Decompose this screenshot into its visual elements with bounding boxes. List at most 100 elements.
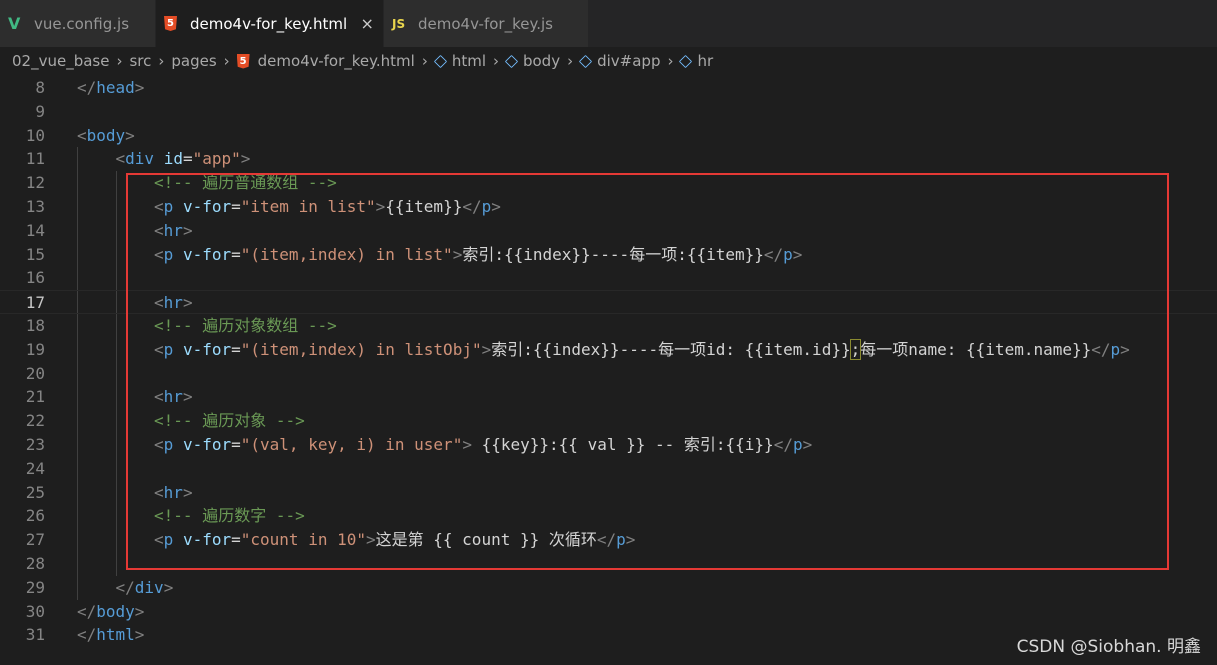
code-token: v-for <box>182 197 232 216</box>
code-line[interactable]: 30 </body> <box>0 600 1217 624</box>
indent-guide <box>77 266 78 291</box>
code-token: > <box>375 197 386 216</box>
code-token: = <box>231 435 241 454</box>
code-token: "(item,index) in list" <box>240 244 453 264</box>
indent-guide <box>115 480 117 505</box>
symbol-element-icon <box>504 54 519 68</box>
tab-label: demo4v-for_key.js <box>418 14 553 33</box>
code-line[interactable]: 20 <box>0 361 1217 386</box>
line-number: 8 <box>35 78 45 97</box>
code-token: div <box>134 577 164 597</box>
breadcrumb-item[interactable]: 5 demo4v-for_key.html <box>236 52 415 70</box>
code-line[interactable]: 25 <hr> <box>0 480 1217 505</box>
code-line[interactable]: 29 </div> <box>0 575 1217 600</box>
code-token: head <box>96 78 135 97</box>
code-token: {{key}}:{{ val }} -- 索引:{{i}} <box>471 435 774 454</box>
code-token: > <box>134 601 145 621</box>
code-text: <hr> <box>154 219 193 243</box>
code-text: </div> <box>116 576 174 600</box>
code-line[interactable]: 12 <!-- 遍历普通数组 --> <box>0 171 1217 195</box>
js-icon: JS <box>392 17 414 31</box>
chevron-right-icon: › <box>667 52 674 70</box>
code-token: </ <box>77 625 97 645</box>
line-number: 10 <box>25 125 45 145</box>
code-token: > <box>134 625 145 645</box>
code-line[interactable]: 10 <body> <box>0 124 1217 148</box>
code-line[interactable]: 19 <p v-for="(item,index) in listObj">索引:… <box>0 337 1217 362</box>
indent-guide <box>115 291 117 313</box>
code-editor[interactable]: 8 </head> 9 10 <body> 11 <div id="app"> 12 <!-- … <box>0 76 1217 665</box>
indent-guide <box>77 456 78 481</box>
code-token: "count in 10" <box>240 530 366 550</box>
code-line[interactable]: 8 </head> <box>0 76 1217 100</box>
code-token: {{item}} <box>385 197 463 216</box>
code-token: p <box>163 197 174 216</box>
breadcrumb-item[interactable]: pages <box>171 52 216 70</box>
code-line[interactable]: 18 <!-- 遍历对象数组 --> <box>0 314 1217 338</box>
indent-guide <box>77 433 78 457</box>
code-token: </ <box>763 244 784 264</box>
code-line[interactable]: 27 <p v-for="count in 10">这是第 {{ count }}… <box>0 528 1217 552</box>
code-token: </ <box>77 78 97 97</box>
indent-guide <box>115 171 117 195</box>
tab-1[interactable]: 5 demo4v-for_key.html × <box>156 0 384 47</box>
code-line[interactable]: 15 <p v-for="(item,index) in list">索引:{{i… <box>0 242 1217 267</box>
breadcrumb-item[interactable]: html <box>433 52 486 70</box>
code-token: <!-- 遍历对象数组 --> <box>154 316 337 335</box>
code-token: id <box>163 149 183 169</box>
breadcrumb-label: div#app <box>597 52 661 70</box>
line-number: 20 <box>25 363 45 383</box>
html5-icon-glyph: 5 <box>164 16 177 31</box>
line-number: 18 <box>25 316 45 335</box>
breadcrumb-item[interactable]: 02_vue_base <box>12 52 109 70</box>
indent-guide <box>77 552 78 576</box>
code-token: </ <box>462 197 482 216</box>
close-icon[interactable]: × <box>357 14 377 33</box>
code-line[interactable]: 22 <!-- 遍历对象 --> <box>0 409 1217 433</box>
code-line[interactable]: 28 <box>0 552 1217 576</box>
breadcrumb: 02_vue_base › src › pages › 5 demo4v-for_key.ht… <box>0 47 1217 75</box>
code-token: </ <box>773 435 793 454</box>
code-token: = <box>231 530 241 550</box>
code-token: > <box>182 482 193 502</box>
code-token: > <box>163 577 174 597</box>
code-line[interactable]: 24 <box>0 456 1217 481</box>
code-line[interactable]: 13 <p v-for="item in list">{{item}}</p> <box>0 195 1217 219</box>
code-token: v-for <box>182 244 232 264</box>
breadcrumb-item[interactable]: hr <box>679 52 713 70</box>
code-line[interactable]: 23 <p v-for="(val, key, i) in user"> {{ke… <box>0 433 1217 457</box>
code-text: <p v-for="(val, key, i) in user"> {{key}… <box>154 433 812 457</box>
code-token: > <box>491 197 501 216</box>
code-token: <!-- 遍历数字 --> <box>154 506 305 526</box>
breadcrumb-label: pages <box>171 52 217 70</box>
code-line[interactable]: 14 <hr> <box>0 218 1217 243</box>
indent-guide <box>115 385 117 410</box>
breadcrumb-item[interactable]: body <box>504 52 560 70</box>
code-token: hr <box>163 482 183 502</box>
code-text: <!-- 遍历数字 --> <box>154 504 305 528</box>
code-token: v-for <box>182 435 232 454</box>
indent-guide <box>77 409 78 433</box>
chevron-right-icon: › <box>421 52 428 70</box>
code-line[interactable]: 11 <div id="app"> <box>0 147 1217 172</box>
breadcrumb-item[interactable]: div#app <box>578 52 661 70</box>
code-token: > <box>240 149 251 169</box>
code-line[interactable]: 21 <hr> <box>0 385 1217 410</box>
breadcrumb-item[interactable]: src <box>129 52 151 70</box>
code-token: 索引:{{index}}----每一项id: {{item.id}} <box>491 339 851 359</box>
code-text: <p v-for="(item,index) in listObj">索引:{{… <box>154 338 1130 362</box>
code-line[interactable]: 9 <box>0 100 1217 124</box>
code-token: hr <box>163 293 183 313</box>
code-line[interactable]: 16 <box>0 266 1217 291</box>
code-line[interactable]: 17 <hr> <box>0 290 1217 314</box>
breadcrumb-label: src <box>129 52 152 70</box>
tab-0[interactable]: Vvue.config.js <box>0 0 156 47</box>
code-token: > <box>792 244 803 264</box>
code-line[interactable]: 26 <!-- 遍历数字 --> <box>0 504 1217 529</box>
breadcrumb-label: 02_vue_base <box>12 52 110 70</box>
indent-guide <box>77 291 78 313</box>
tab-2[interactable]: JS demo4v-for_key.js <box>384 0 589 47</box>
